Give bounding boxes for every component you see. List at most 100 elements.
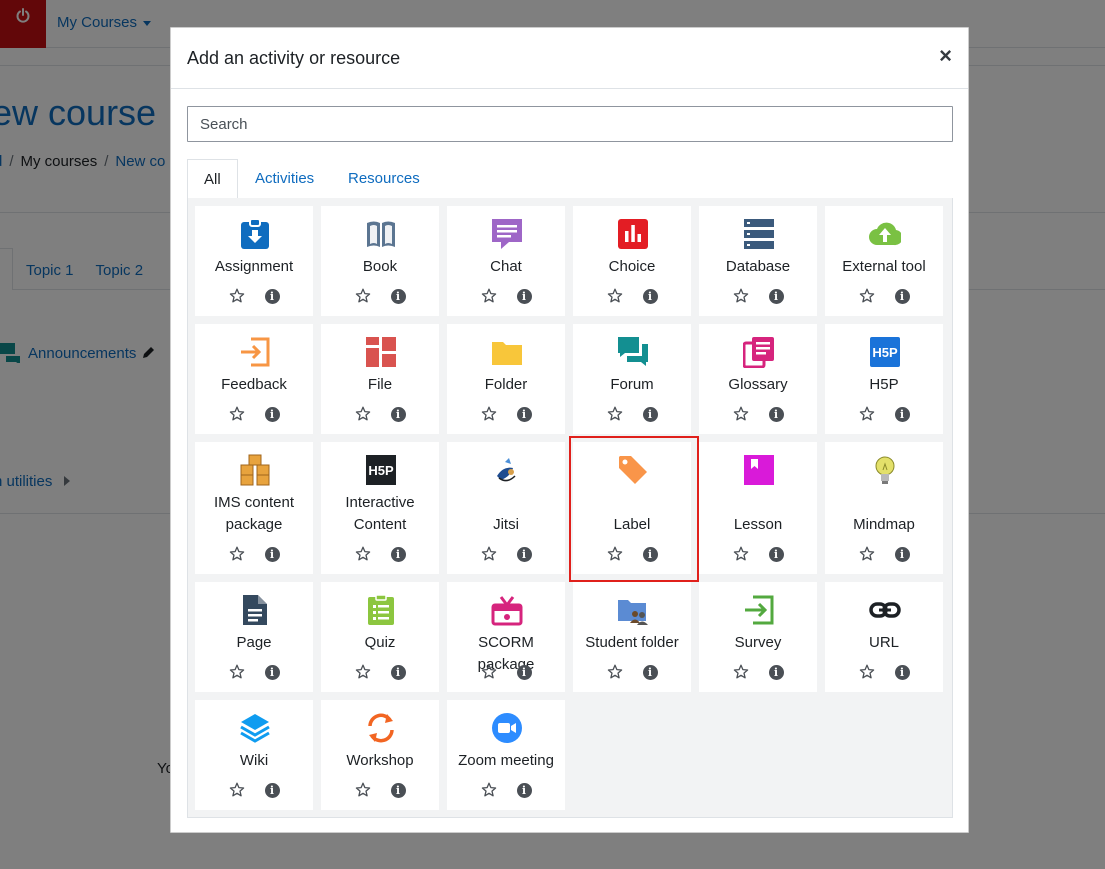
star-icon[interactable]: [355, 664, 371, 680]
activity-tile-assignment[interactable]: Assignment i: [195, 206, 313, 316]
activity-tile-book[interactable]: Book i: [321, 206, 439, 316]
info-icon[interactable]: i: [768, 288, 784, 304]
info-icon[interactable]: i: [516, 546, 532, 562]
info-icon[interactable]: i: [894, 546, 910, 562]
activity-tile-zoom-meeting[interactable]: Zoom meeting i: [447, 700, 565, 810]
info-icon[interactable]: i: [642, 288, 658, 304]
info-icon[interactable]: i: [264, 782, 280, 798]
info-icon[interactable]: i: [516, 664, 532, 680]
activity-tile-choice[interactable]: Choice i: [573, 206, 691, 316]
tile-actions: i: [447, 782, 565, 798]
activity-tile-student-folder[interactable]: Student folder i: [573, 582, 691, 692]
workshop-icon: [365, 712, 397, 744]
star-icon[interactable]: [229, 664, 245, 680]
star-icon[interactable]: [859, 664, 875, 680]
info-icon[interactable]: i: [264, 288, 280, 304]
star-icon[interactable]: [607, 406, 623, 422]
star-icon[interactable]: [733, 406, 749, 422]
activity-tile-lesson[interactable]: Lesson i: [699, 442, 817, 574]
info-icon[interactable]: i: [390, 546, 406, 562]
star-icon[interactable]: [859, 406, 875, 422]
external-tool-icon: [869, 218, 901, 250]
activity-tile-ims-content-package[interactable]: IMS content package i: [195, 442, 313, 574]
info-icon[interactable]: i: [516, 406, 532, 422]
star-icon[interactable]: [229, 406, 245, 422]
star-icon[interactable]: [355, 406, 371, 422]
star-icon[interactable]: [481, 288, 497, 304]
activity-tile-mindmap[interactable]: Mindmap i: [825, 442, 943, 574]
activity-tile-interactive-content[interactable]: H5P Interactive Content i: [321, 442, 439, 574]
activity-tile-forum[interactable]: Forum i: [573, 324, 691, 434]
activity-tile-workshop[interactable]: Workshop i: [321, 700, 439, 810]
info-icon[interactable]: i: [264, 546, 280, 562]
activity-tile-survey[interactable]: Survey i: [699, 582, 817, 692]
star-icon[interactable]: [481, 664, 497, 680]
info-icon[interactable]: i: [894, 406, 910, 422]
activity-tile-quiz[interactable]: Quiz i: [321, 582, 439, 692]
info-icon[interactable]: i: [516, 288, 532, 304]
info-icon[interactable]: i: [768, 664, 784, 680]
info-icon[interactable]: i: [390, 288, 406, 304]
info-icon[interactable]: i: [768, 406, 784, 422]
activity-tile-database[interactable]: Database i: [699, 206, 817, 316]
star-icon[interactable]: [607, 664, 623, 680]
info-icon[interactable]: i: [516, 782, 532, 798]
activity-name: Chat: [490, 258, 522, 275]
close-button[interactable]: ×: [939, 45, 952, 67]
info-icon[interactable]: i: [390, 782, 406, 798]
star-icon[interactable]: [229, 546, 245, 562]
activity-tile-scorm-package[interactable]: SCORM package i: [447, 582, 565, 692]
activity-tile-url[interactable]: URL i: [825, 582, 943, 692]
star-icon[interactable]: [607, 288, 623, 304]
star-icon[interactable]: [355, 546, 371, 562]
tab-all[interactable]: All: [187, 159, 238, 200]
info-icon[interactable]: i: [264, 406, 280, 422]
chooser-tabs: All Activities Resources: [187, 159, 953, 200]
star-icon[interactable]: [481, 782, 497, 798]
star-icon[interactable]: [355, 782, 371, 798]
info-icon[interactable]: i: [264, 664, 280, 680]
activity-tile-glossary[interactable]: Glossary i: [699, 324, 817, 434]
activity-tile-file[interactable]: File i: [321, 324, 439, 434]
glossary-icon: [743, 336, 775, 368]
star-icon[interactable]: [229, 782, 245, 798]
star-icon[interactable]: [733, 664, 749, 680]
activity-tile-external-tool[interactable]: External tool i: [825, 206, 943, 316]
star-icon[interactable]: [733, 546, 749, 562]
info-icon[interactable]: i: [390, 664, 406, 680]
activity-tile-feedback[interactable]: Feedback i: [195, 324, 313, 434]
activity-name: External tool: [842, 258, 926, 275]
activity-tile-label[interactable]: Label i: [573, 442, 691, 574]
star-icon[interactable]: [607, 546, 623, 562]
star-icon[interactable]: [859, 288, 875, 304]
activity-tile-chat[interactable]: Chat i: [447, 206, 565, 316]
url-icon: [869, 594, 901, 626]
search-input[interactable]: [187, 106, 953, 142]
star-icon[interactable]: [859, 546, 875, 562]
info-icon[interactable]: i: [390, 406, 406, 422]
info-icon[interactable]: i: [768, 546, 784, 562]
info-icon[interactable]: i: [894, 664, 910, 680]
activity-tile-h5p[interactable]: H5P H5P i: [825, 324, 943, 434]
activity-name: Interactive Content: [345, 494, 415, 533]
activity-name: H5P: [869, 376, 899, 393]
tile-actions: i: [447, 546, 565, 562]
star-icon[interactable]: [355, 288, 371, 304]
activity-tile-page[interactable]: Page i: [195, 582, 313, 692]
activity-tile-wiki[interactable]: Wiki i: [195, 700, 313, 810]
star-icon[interactable]: [481, 546, 497, 562]
activity-name: Zoom meeting: [458, 752, 554, 769]
activity-tile-folder[interactable]: Folder i: [447, 324, 565, 434]
activity-name: Wiki: [239, 752, 269, 769]
star-icon[interactable]: [481, 406, 497, 422]
activity-tile-jitsi[interactable]: Jitsi i: [447, 442, 565, 574]
tab-resources[interactable]: Resources: [331, 159, 437, 199]
info-icon[interactable]: i: [642, 664, 658, 680]
feedback-icon: [239, 336, 271, 368]
info-icon[interactable]: i: [642, 406, 658, 422]
tab-activities[interactable]: Activities: [238, 159, 331, 199]
info-icon[interactable]: i: [894, 288, 910, 304]
info-icon[interactable]: i: [642, 546, 658, 562]
star-icon[interactable]: [229, 288, 245, 304]
star-icon[interactable]: [733, 288, 749, 304]
